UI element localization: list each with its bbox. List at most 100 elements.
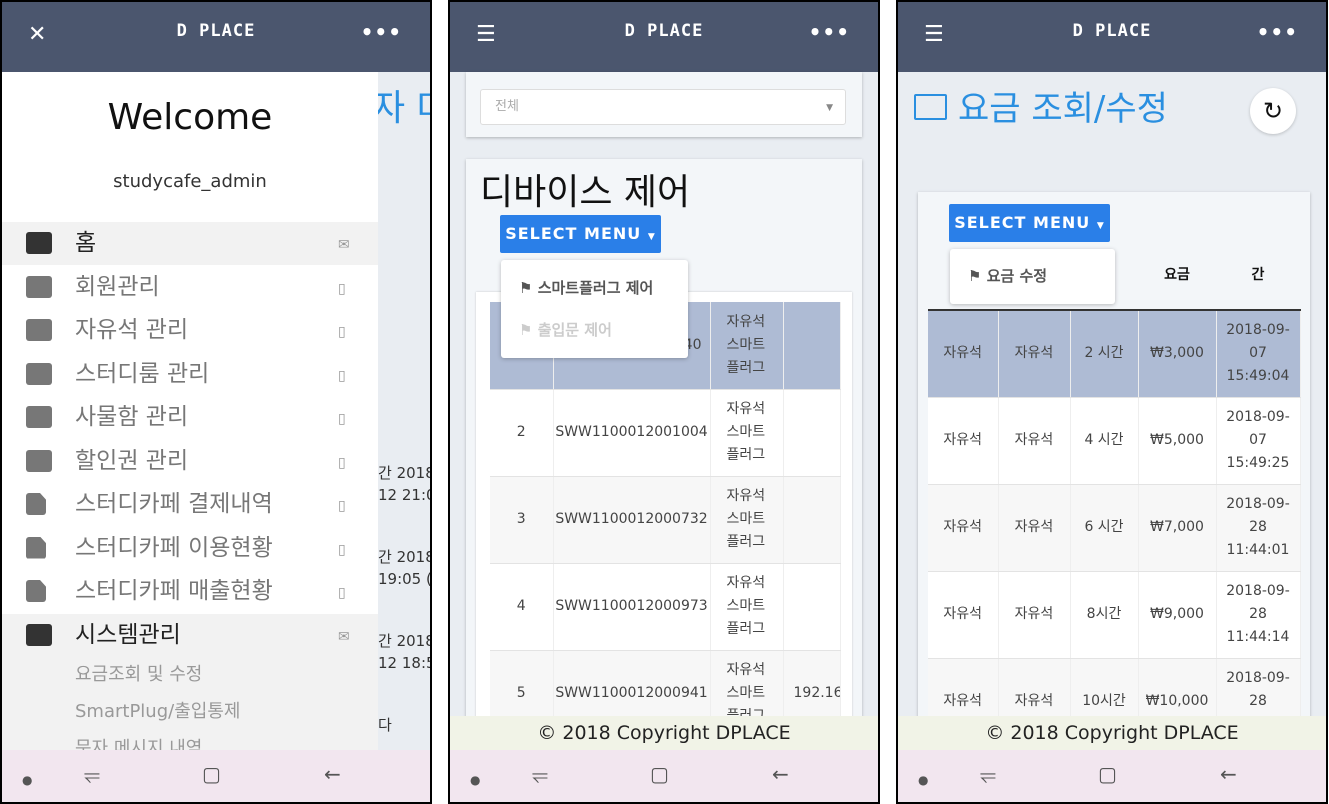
table-cell: 6 시간 — [1070, 484, 1139, 572]
recents-icon[interactable]: ⥫ — [84, 762, 100, 786]
sidebar-item[interactable]: 시스템관리 ✉ — [2, 613, 378, 657]
sidebar-item-label: 스터디카페 매출현황 — [75, 578, 273, 604]
menu-item-smartplug[interactable]: ⚑ 스마트플러그 제어 — [519, 278, 653, 298]
cell-ip — [783, 389, 841, 477]
top-bar: ☰ D PLACE ••• — [898, 2, 1326, 72]
welcome-heading: Welcome — [107, 97, 273, 138]
recents-icon[interactable]: ⥫ — [532, 762, 548, 786]
refresh-button[interactable]: ↻ — [1250, 88, 1296, 134]
behind-content: 간 2018- 12 21:06 간 2018-1 19:05 (2 간 2018- 12… — [378, 462, 430, 736]
table-icon — [26, 406, 52, 428]
table-icon — [26, 232, 52, 254]
sidebar-item[interactable]: 스터디룸 관리 ▯ — [2, 353, 378, 396]
filter-select[interactable]: 전체 ▼ — [480, 89, 846, 125]
sidebar-item-label: 스터디카페 이용현황 — [75, 534, 273, 561]
screenshot-composite: 자 마 간 2018-12 21:06간 2018-119:05 (2간 201… — [0, 0, 1329, 804]
table-icon — [26, 623, 52, 646]
home-icon[interactable]: ▢ — [650, 762, 669, 786]
select-menu-dropdown: ⚑ 요금 수정 — [950, 249, 1115, 304]
table-icon — [26, 319, 52, 341]
dot-icon: ● — [470, 773, 481, 787]
device-table: 40 자유석 스마트 플러그 2 SWW1100012001004 자유석 스마트 플러… — [490, 302, 841, 738]
cell-ip — [783, 302, 841, 390]
date-text: 2018-09-28 11:44:01 — [1226, 496, 1290, 558]
sidebar-item-label: 홈 — [75, 230, 97, 256]
flag-icon: ⚑ — [519, 279, 533, 297]
sidebar-item[interactable]: 스터디카페 결제내역 ▯ — [2, 483, 378, 526]
menu-item-door[interactable]: ⚑ 출입문 제어 — [519, 320, 612, 340]
cell-type: 자유석스마트플러그 — [710, 389, 784, 477]
select-menu-button[interactable]: SELECT MENU ▼ — [500, 215, 661, 253]
type-line: 스마트 — [726, 685, 766, 701]
type-line: 플러그 — [726, 621, 766, 637]
date-text: 2018-09-28 11:44:14 — [1226, 583, 1290, 645]
behind-title: 자 마 — [372, 88, 430, 129]
collapsed-icon: ▯ — [338, 541, 346, 558]
table-row[interactable]: 자유석 자유석 4 시간 ₩5,000 2018-09-07 15:49:25 — [928, 397, 1301, 485]
sidebar-item[interactable]: 홈 ✉ — [2, 222, 378, 265]
page-title: 디바이스 제어 — [480, 172, 691, 213]
sidebar-item-label: 회원관리 — [75, 273, 160, 300]
sidebar-item[interactable]: 사물함 관리 ▯ — [2, 396, 378, 439]
type-line: 스마트 — [726, 424, 766, 440]
home-icon[interactable]: ▢ — [1098, 762, 1117, 786]
more-icon[interactable]: ••• — [1257, 20, 1298, 44]
table-cell: 자유석 — [928, 397, 999, 485]
type-line: 스마트 — [726, 336, 766, 353]
collapsed-icon: ▯ — [338, 280, 346, 297]
submenu-item[interactable]: 요금조회 및 수정 — [75, 663, 202, 687]
home-icon[interactable]: ▢ — [202, 762, 221, 786]
table-row[interactable]: 2 SWW1100012001004 자유석 스마트 플러그 — [490, 389, 841, 477]
menu-item-fee-edit[interactable]: ⚑ 요금 수정 — [968, 266, 1047, 286]
username: studycafe_admin — [113, 171, 267, 192]
table-cell: 자유석 — [928, 310, 999, 398]
sidebar-item[interactable]: 회원관리 ▯ — [2, 266, 378, 309]
table-cell: 자유석 — [998, 484, 1071, 572]
caret-down-icon: ▼ — [1096, 221, 1105, 231]
select-menu-button[interactable]: SELECT MENU ▼ — [949, 204, 1110, 242]
submenu-item[interactable]: SmartPlug/출입통제 — [75, 700, 240, 724]
sidebar-item-label: 자유석 관리 — [75, 317, 189, 343]
dot-icon: ● — [918, 773, 929, 787]
behind-line: 간 2018- — [378, 632, 430, 650]
table-row[interactable]: 4 SWW1100012000973 자유석 스마트 플러그 — [490, 563, 841, 651]
android-nav-bar: ● ⥫ ▢ ← — [2, 750, 430, 802]
table-cell: 자유석 — [998, 310, 1071, 398]
sidebar-item[interactable]: 할인권 관리 ▯ — [2, 440, 378, 483]
more-icon[interactable]: ••• — [809, 20, 850, 44]
table-row[interactable]: 자유석 자유석 6 시간 ₩7,000 2018-09-28 11:44:01 — [928, 484, 1301, 572]
table-cell: 2 시간 — [1070, 310, 1139, 398]
folder-icon — [914, 94, 947, 120]
filter-value: 전체 — [495, 99, 519, 114]
cell-type: 자유석스마트플러그 — [710, 476, 784, 564]
fee-table: 요금 간 자유석 자유석 2 시간 ₩3,000 2018-09-07 15:49:04 자유… — [928, 242, 1301, 746]
sidebar-item[interactable]: 스터디카페 매출현황 ▯ — [2, 570, 378, 613]
cell-serial: SWW1100012000973 — [553, 563, 711, 651]
table-icon — [26, 362, 52, 385]
sidebar-item-label: 스터디카페 결제내역 — [75, 491, 273, 517]
table-cell: ₩5,000 — [1138, 397, 1217, 485]
column-header: 간 — [1216, 242, 1300, 311]
back-icon[interactable]: ← — [1220, 762, 1237, 786]
table-row[interactable]: 자유석 자유석 8시간 ₩9,000 2018-09-28 11:44:14 — [928, 571, 1301, 659]
cell-no: 3 — [490, 476, 554, 564]
table-cell: ₩7,000 — [1138, 484, 1217, 572]
table-cell: 4 시간 — [1070, 397, 1139, 485]
behind-line: 12 18:55 — [378, 654, 430, 672]
type-line: 자유석 — [726, 488, 766, 504]
type-line: 자유석 — [726, 575, 766, 591]
recents-icon[interactable]: ⥫ — [980, 762, 996, 786]
flag-icon: ⚑ — [968, 267, 982, 285]
sidebar-item[interactable]: 자유석 관리 ▯ — [2, 309, 378, 352]
back-icon[interactable]: ← — [772, 762, 789, 786]
sidebar-item[interactable]: 스터디카페 이용현황 ▯ — [2, 527, 378, 570]
back-icon[interactable]: ← — [324, 762, 341, 786]
table-row[interactable]: 자유석 자유석 2 시간 ₩3,000 2018-09-07 15:49:04 — [928, 310, 1301, 398]
sidebar-item-label: 시스템관리 — [75, 621, 181, 648]
expanded-icon: ✉ — [338, 628, 350, 645]
table-row[interactable]: 3 SWW1100012000732 자유석 스마트 플러그 — [490, 476, 841, 564]
table-cell: ₩3,000 — [1138, 310, 1217, 398]
type-line: 자유석 — [726, 401, 766, 417]
file-icon — [26, 580, 46, 602]
more-icon[interactable]: ••• — [361, 20, 402, 44]
